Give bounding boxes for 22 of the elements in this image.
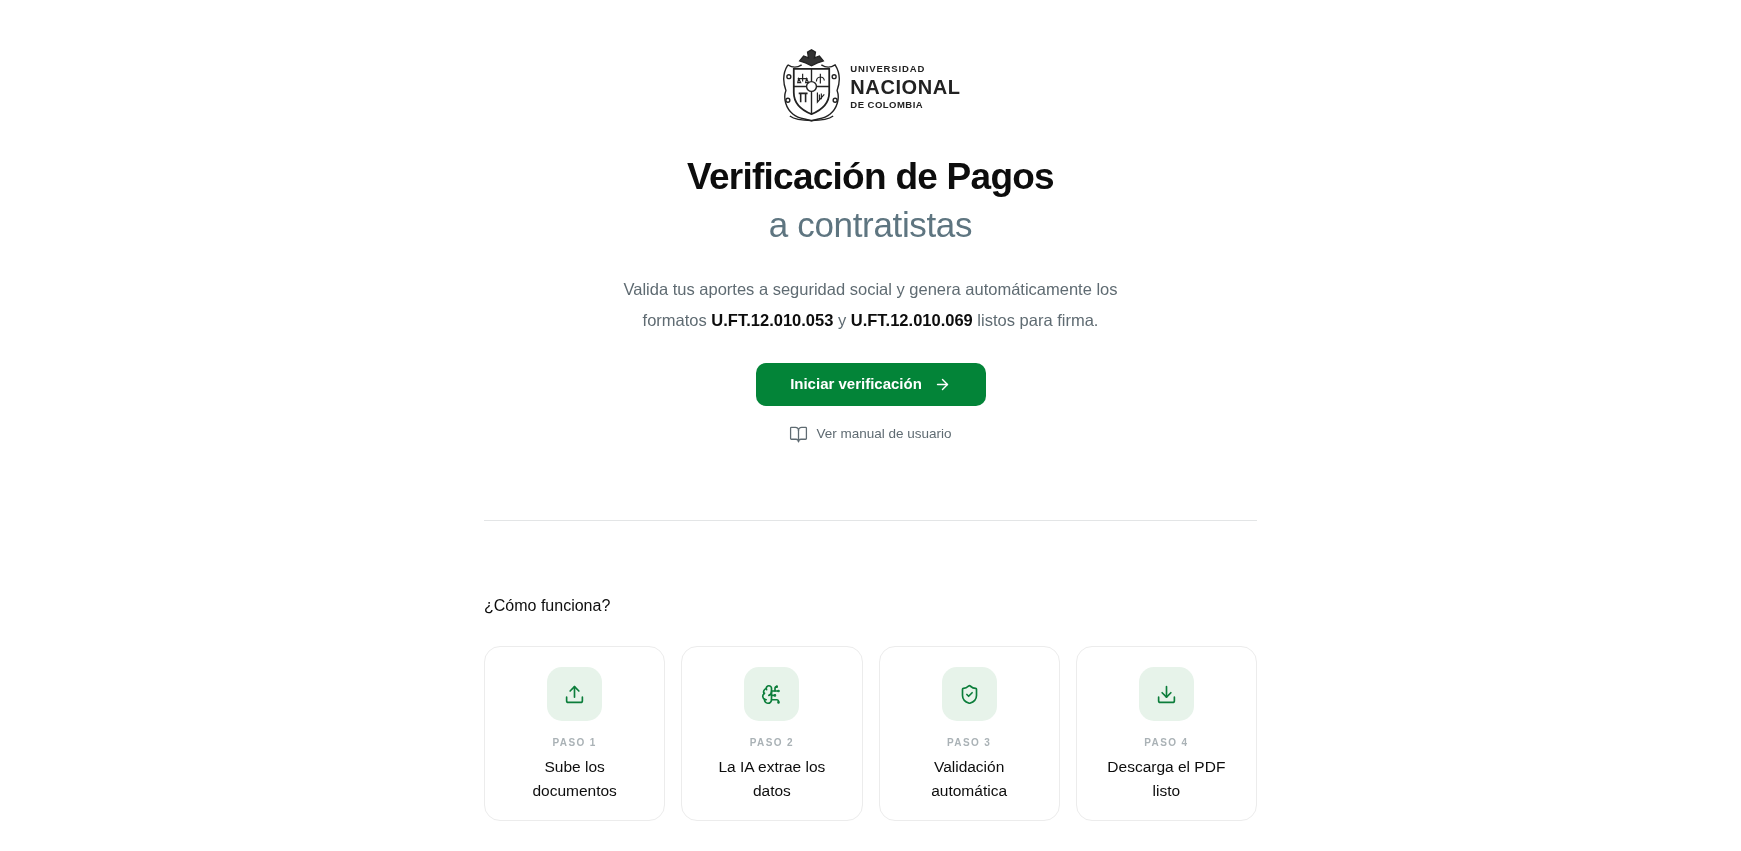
brain-circuit-icon <box>744 667 800 722</box>
step-number: PASO 3 <box>946 737 992 750</box>
book-icon <box>789 424 809 444</box>
page-title: Verificación de Pagos <box>687 155 1054 199</box>
university-label: UNIVERSIDAD <box>850 64 926 74</box>
step-title: La IA extrae los datos <box>717 757 827 802</box>
shield-check-icon <box>941 667 997 722</box>
step-number: PASO 4 <box>1144 737 1189 750</box>
user-manual-link[interactable]: Ver manual de usuario <box>789 424 952 445</box>
university-name: NACIONAL <box>850 76 961 97</box>
section-heading: ¿Cómo funciona? <box>484 596 611 617</box>
page-subtitle: a contratistas <box>768 204 973 246</box>
step-number: PASO 2 <box>749 737 795 750</box>
step-title: Sube los documentos <box>531 757 618 802</box>
step-number: PASO 1 <box>552 737 597 750</box>
university-country: DE COLOMBIA <box>850 99 924 109</box>
step-title: Descarga el PDF listo <box>1106 757 1227 802</box>
start-verification-button[interactable]: Iniciar verificación <box>755 363 986 406</box>
download-icon <box>1138 667 1194 722</box>
upload-icon <box>547 667 603 722</box>
intro-paragraph: Valida tus aportes a seguridad social y genera automáticamente los formatos U.FT.12.010.053 y U.FT.12.010.069 listos para firma. <box>622 279 1119 331</box>
step-title: Validación automática <box>930 757 1009 802</box>
